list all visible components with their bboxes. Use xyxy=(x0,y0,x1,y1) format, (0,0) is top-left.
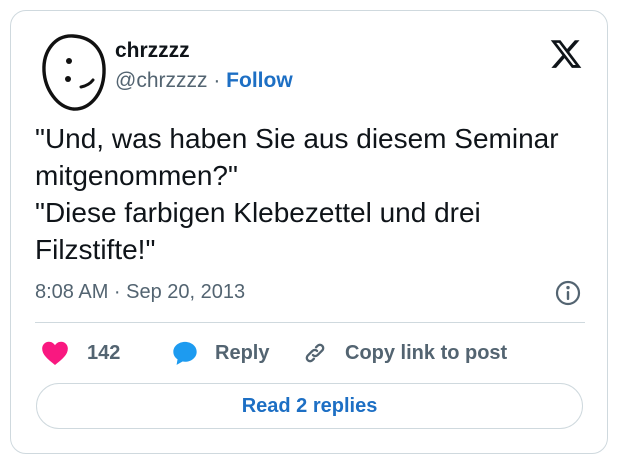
like-button[interactable]: 142 xyxy=(41,336,120,370)
avatar[interactable] xyxy=(39,31,109,115)
copy-link-button[interactable]: Copy link to post xyxy=(301,336,507,370)
handle-separator: · xyxy=(207,69,227,92)
follow-link[interactable]: Follow xyxy=(226,69,293,92)
copy-link-label: Copy link to post xyxy=(345,341,508,364)
post-author: chrzzzz @chrzzzz · Follow xyxy=(115,38,293,94)
reply-button[interactable]: Reply xyxy=(171,336,269,370)
divider xyxy=(35,322,585,323)
x-logo-icon[interactable] xyxy=(549,37,583,71)
author-display-name[interactable]: chrzzzz xyxy=(115,38,293,64)
post-actions: 142 Reply Copy link to post xyxy=(35,336,585,370)
info-icon[interactable] xyxy=(554,279,582,307)
read-replies-button[interactable]: Read 2 replies xyxy=(36,383,583,429)
speech-bubble-icon xyxy=(173,341,197,365)
heart-icon xyxy=(42,341,68,366)
link-icon xyxy=(305,343,325,363)
author-handle-row: @chrzzzz · Follow xyxy=(115,68,293,94)
post-text: "Und, was haben Sie aus diesem Seminar m… xyxy=(35,123,559,265)
reply-label: Reply xyxy=(215,341,270,364)
post-timestamp[interactable]: 8:08 AM · Sep 20, 2013 xyxy=(35,279,245,305)
like-count: 142 xyxy=(87,341,121,364)
author-handle[interactable]: @chrzzzz xyxy=(115,69,208,92)
embedded-post-card: chrzzzz @chrzzzz · Follow "Und, was habe… xyxy=(10,10,608,454)
